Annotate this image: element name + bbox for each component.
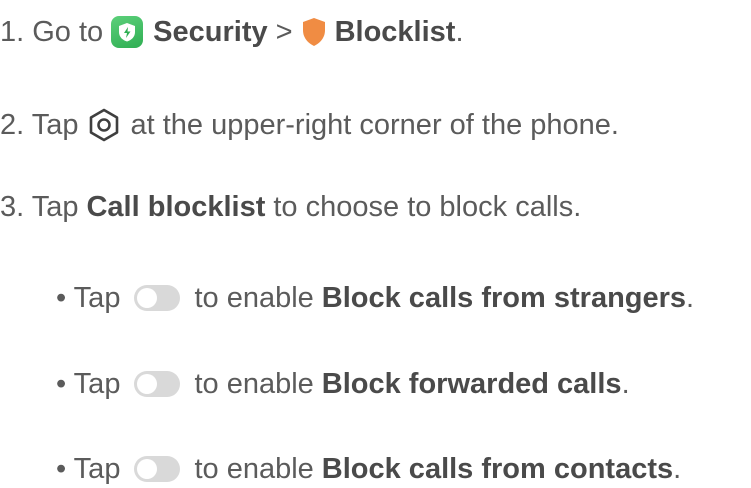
bullet-middle: to enable [194,453,314,485]
step-2-suffix: at the upper-right corner of the phone. [130,109,619,141]
step-1-suffix: . [455,16,464,48]
bullet-item: • Tap to enable Block calls from strange… [56,281,694,315]
step-2-prefix: 2. Tap [0,109,79,141]
shield-icon [301,17,327,47]
bullet-setting-label: Block calls from contacts [321,453,674,485]
toggle-switch-icon[interactable] [134,285,181,311]
bullet-prefix: • Tap [56,453,121,485]
breadcrumb-separator: > [275,16,293,48]
toggle-knob [137,288,158,308]
bullet-suffix: . [673,453,682,485]
call-blocklist-link[interactable]: Call blocklist [86,190,265,224]
bullet-suffix: . [686,282,695,314]
bullet-setting-label: Block calls from strangers [321,282,687,314]
toggle-knob [137,459,158,479]
bullet-item: • Tap to enable Block forwarded calls . [56,367,630,401]
step-1: 1. Go to Security > Blocklist . [0,15,464,49]
security-link[interactable]: Security [153,15,267,49]
bullet-prefix: • Tap [56,368,121,400]
step-3: 3. Tap Call blocklist to choose to block… [0,190,581,224]
bullet-suffix: . [621,368,630,400]
toggle-switch-icon[interactable] [134,371,181,397]
bullet-middle: to enable [194,368,314,400]
bullet-setting-label: Block forwarded calls [321,368,622,400]
bullet-item: • Tap to enable Block calls from contact… [56,452,681,486]
step-3-prefix: 3. Tap [0,191,79,223]
security-app-icon [111,16,144,48]
step-3-suffix: to choose to block calls. [273,191,582,223]
toggle-knob [137,374,158,394]
bullet-middle: to enable [194,282,314,314]
bullet-prefix: • Tap [56,282,121,314]
step-1-prefix: 1. Go to [0,16,104,48]
toggle-switch-icon[interactable] [134,456,181,482]
gear-icon[interactable] [88,108,120,142]
step-2: 2. Tap at the upper-right corner of the … [0,108,619,142]
blocklist-link[interactable]: Blocklist [335,15,456,49]
